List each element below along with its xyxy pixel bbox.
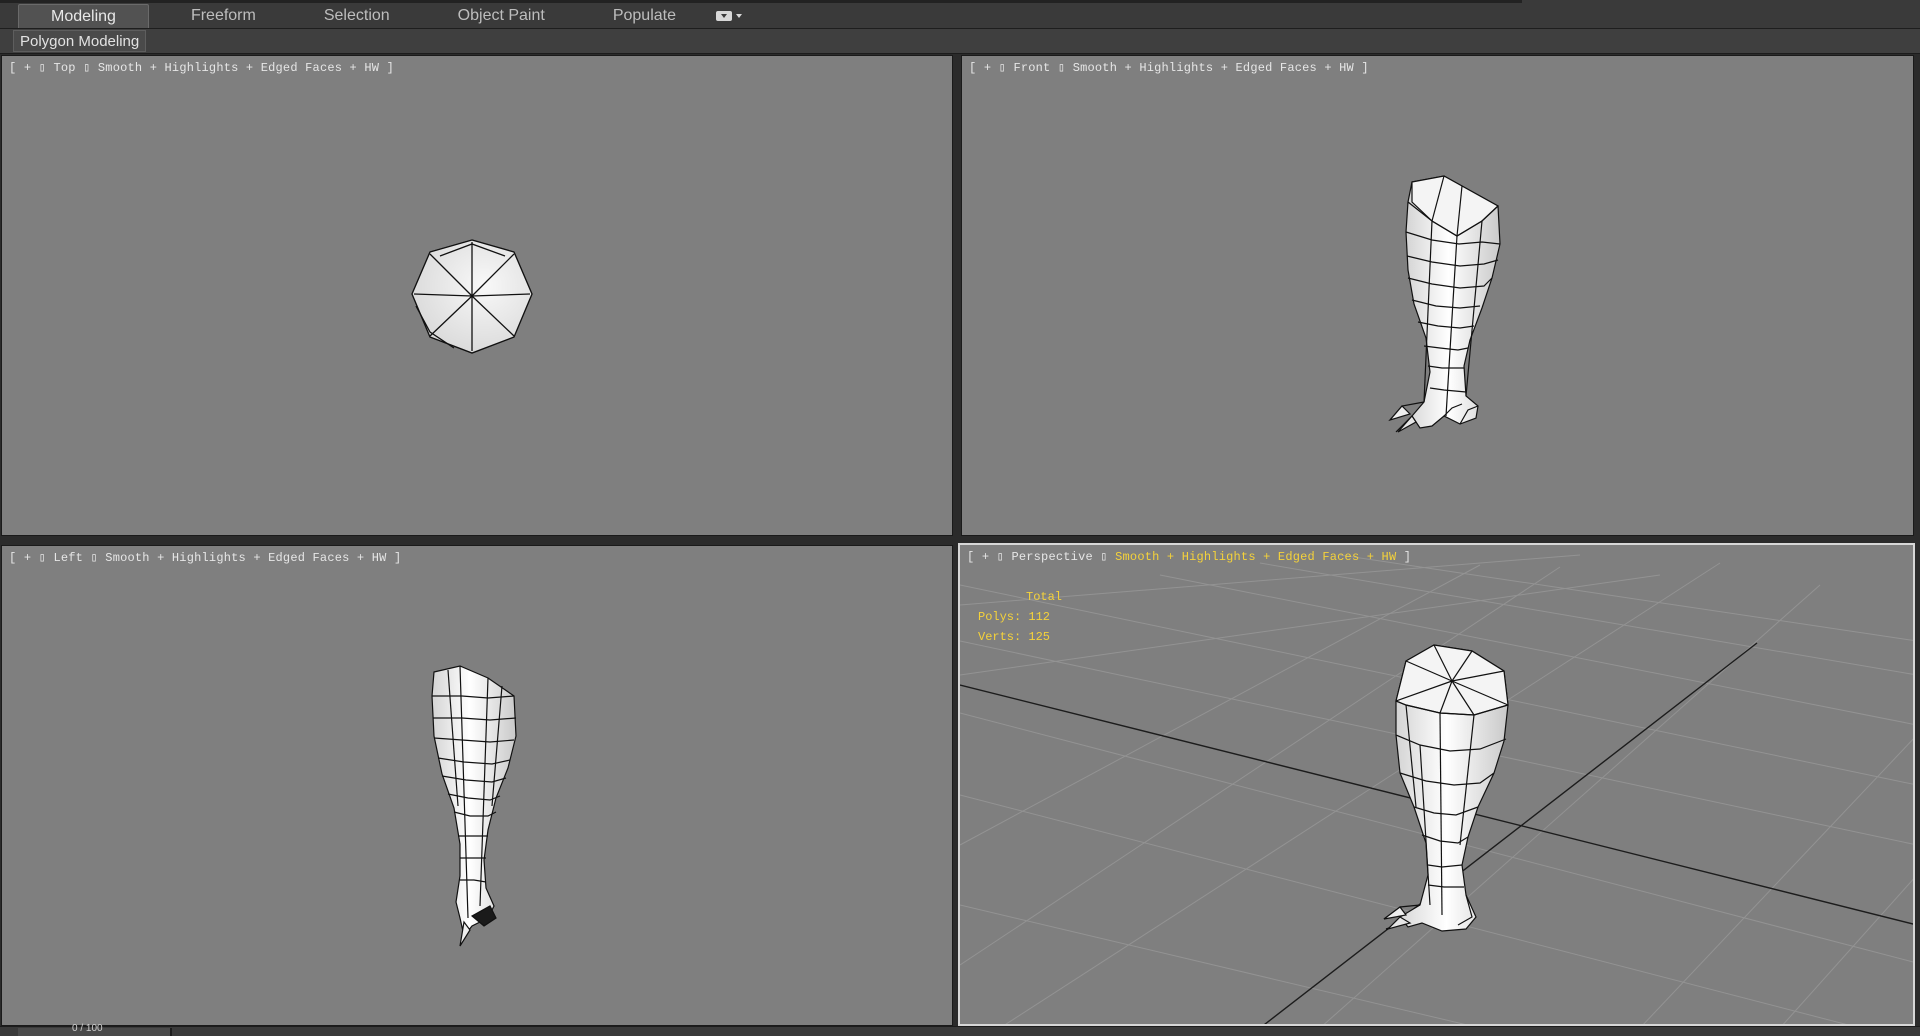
ribbon-top-border: [0, 0, 1522, 3]
chevron-down-icon[interactable]: [736, 14, 742, 18]
viewport-top-scene: [411, 239, 533, 354]
viewport-area: [ + ▯ Top ▯ Smooth + Highlights + Edged …: [0, 54, 1920, 1026]
polygon-modeling-panel-label[interactable]: Polygon Modeling: [13, 30, 147, 52]
viewport-left-scene: [431, 665, 517, 947]
tab-modeling[interactable]: Modeling: [18, 4, 149, 28]
tab-selection[interactable]: Selection: [290, 4, 424, 28]
viewport-perspective-label[interactable]: [ + ▯ Perspective ▯ Smooth + Highlights …: [967, 549, 1411, 564]
tab-object-paint[interactable]: Object Paint: [424, 4, 579, 28]
tab-freeform[interactable]: Freeform: [157, 4, 290, 28]
viewport-perspective-name[interactable]: Perspective: [1011, 550, 1092, 564]
ribbon-dropdown-icon[interactable]: [716, 4, 742, 28]
ribbon-tab-bar: Modeling Freeform Selection Object Paint…: [0, 0, 1920, 29]
viewport-front[interactable]: [ + ▯ Front ▯ Smooth + Highlights + Edge…: [961, 55, 1914, 536]
frame-counter: 0 / 100: [72, 1023, 103, 1034]
status-bar: 0 / 100: [0, 1023, 1920, 1036]
viewport-perspective-shading[interactable]: Smooth + Highlights + Edged Faces + HW: [1115, 550, 1396, 564]
stats-header: Total: [1026, 590, 1063, 604]
drumstick-top-view: [411, 239, 533, 354]
ribbon-panel: Polygon Modeling: [0, 29, 1920, 54]
viewport-perspective-scene: [960, 554, 1913, 1024]
viewport-perspective[interactable]: [ + ▯ Perspective ▯ Smooth + Highlights …: [958, 543, 1915, 1026]
viewport-left[interactable]: [ + ▯ Left ▯ Smooth + Highlights + Edged…: [1, 545, 953, 1026]
stats-polys: Polys: 112: [978, 610, 1051, 624]
tab-populate[interactable]: Populate: [579, 4, 710, 28]
drumstick-front-view: [1388, 175, 1501, 433]
viewport-front-scene: [1388, 175, 1501, 433]
drumstick-left-view: [431, 665, 517, 947]
viewport-top[interactable]: [ + ▯ Top ▯ Smooth + Highlights + Edged …: [1, 55, 953, 536]
drumstick-perspective-view: [1383, 644, 1509, 932]
ribbon-minimize-icon[interactable]: [716, 11, 732, 21]
stats-verts: Verts: 125: [978, 630, 1051, 644]
statistics-overlay: Total Polys: 112 Verts: 125: [978, 587, 1062, 647]
